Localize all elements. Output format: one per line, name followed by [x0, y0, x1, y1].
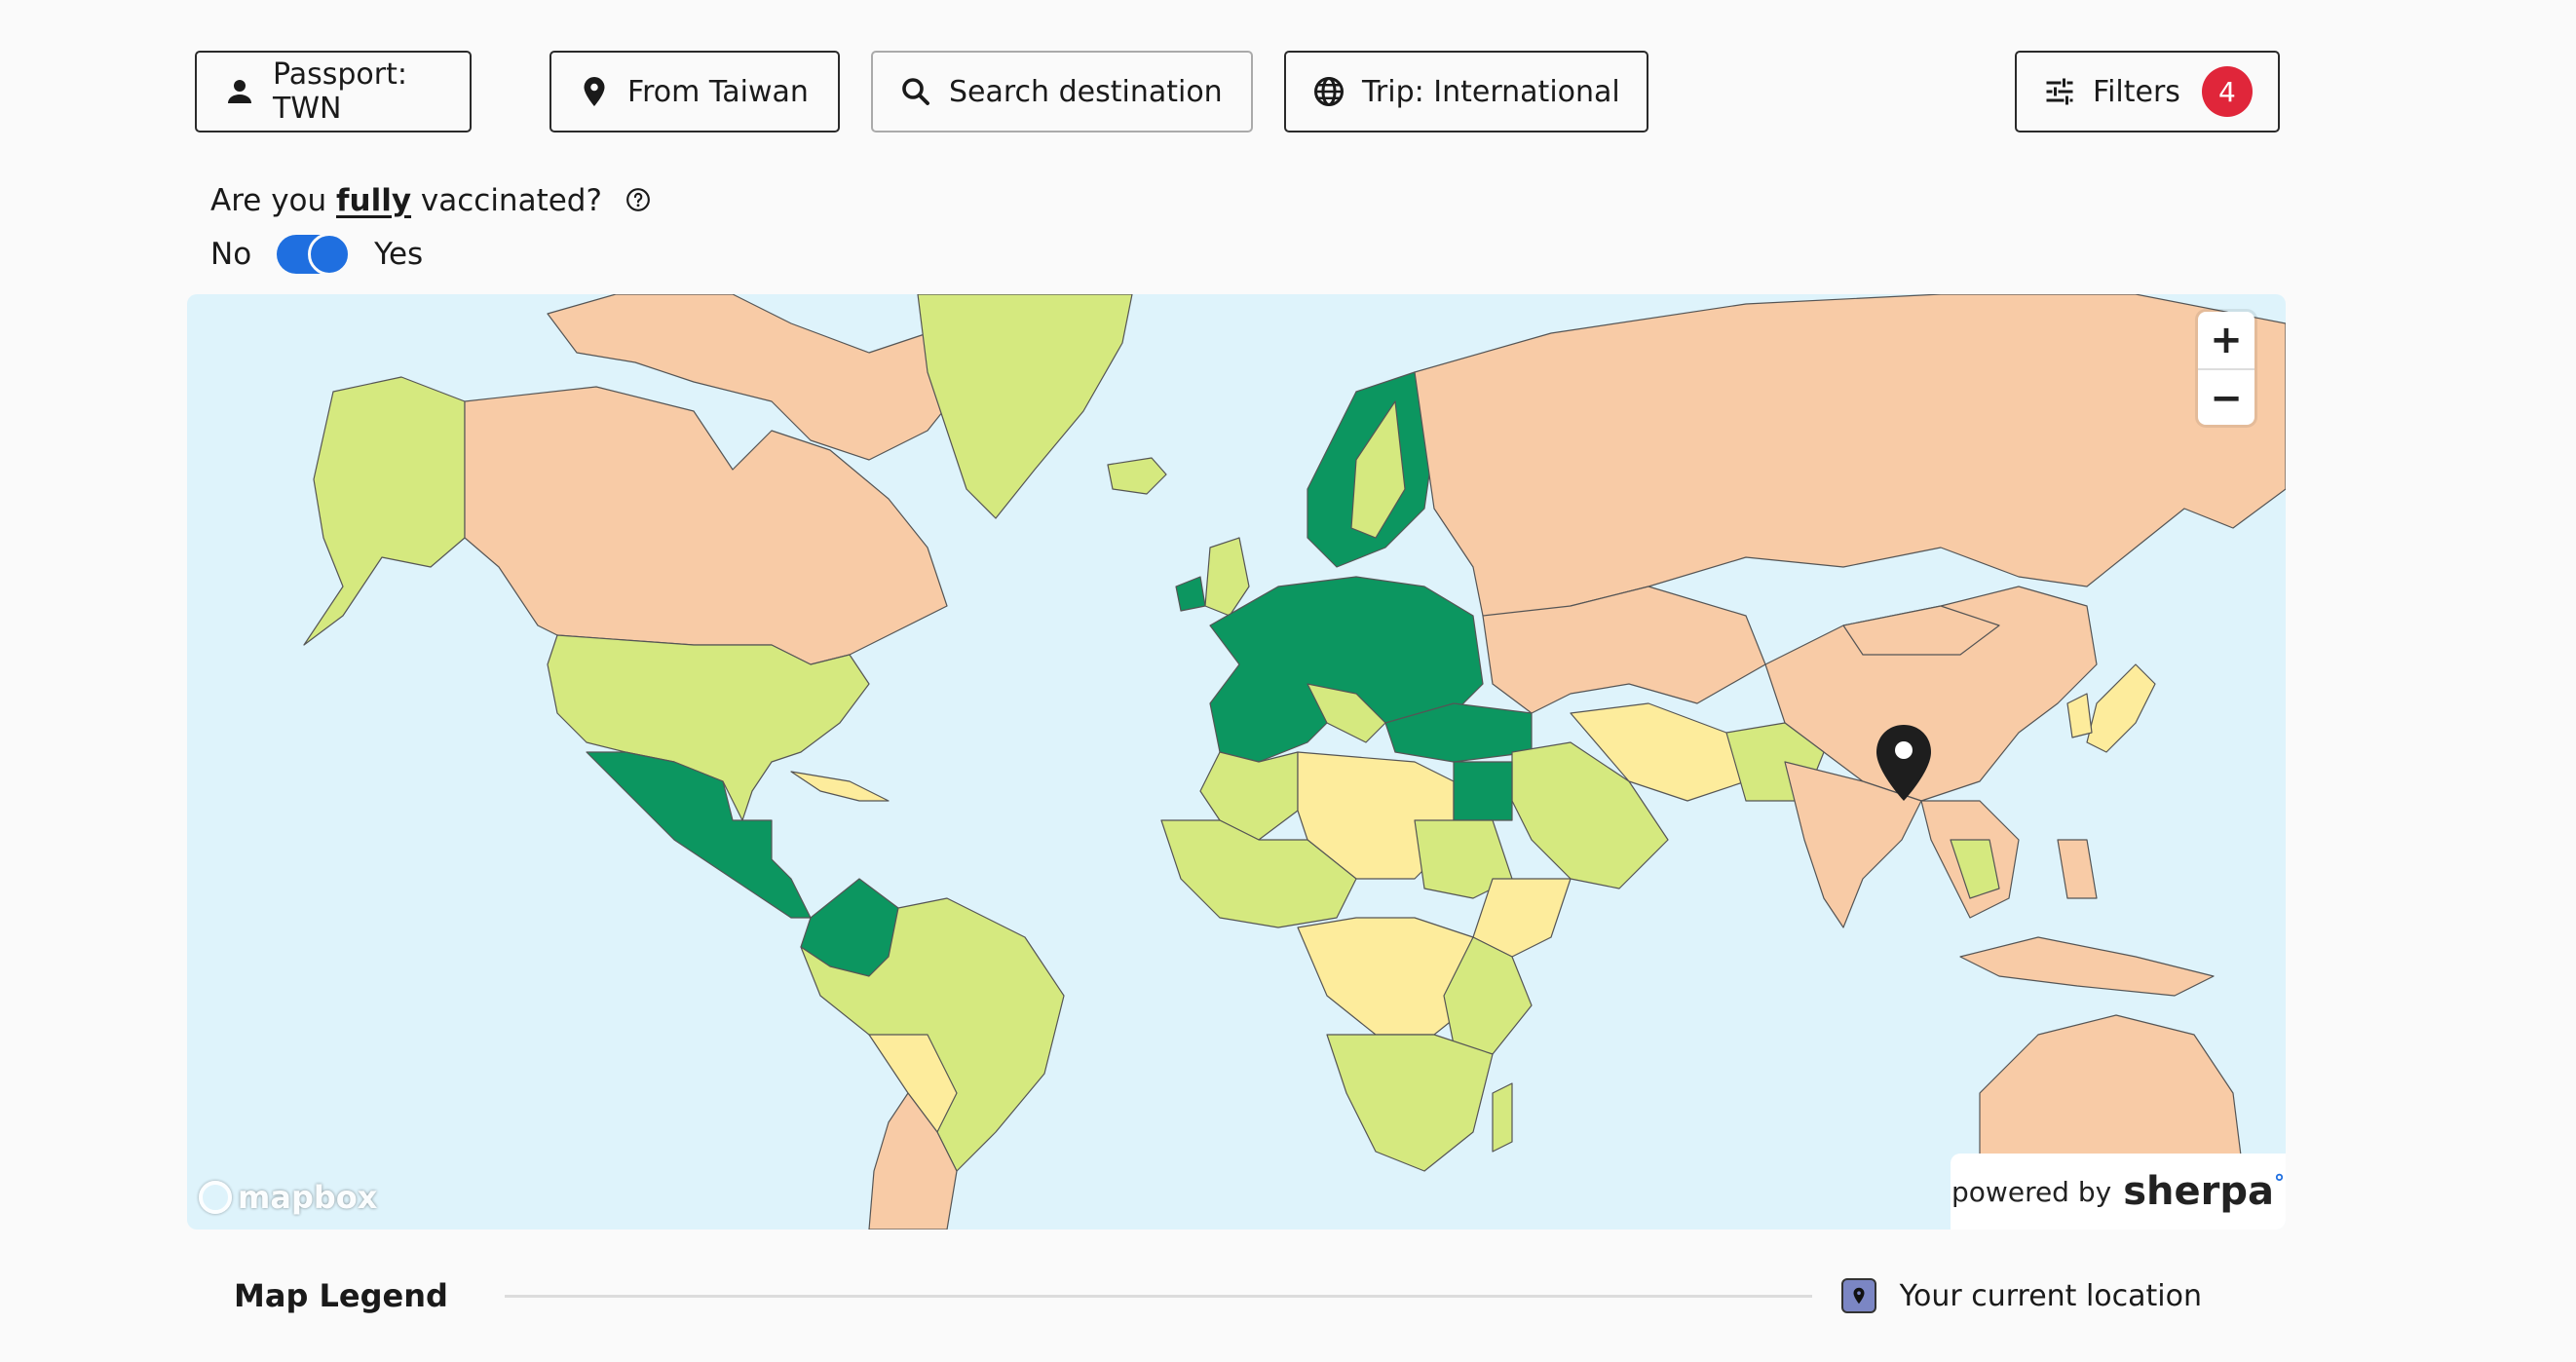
location-marker-icon — [1840, 1278, 1876, 1313]
toggle-yes-label: Yes — [374, 237, 424, 272]
world-map[interactable]: + − mapbox powered by sherpa° — [187, 294, 2286, 1230]
filters-count-badge: 4 — [2201, 66, 2253, 117]
sherpa-brand-text: sherpa — [2123, 1169, 2274, 1214]
zoom-in-button[interactable]: + — [2198, 312, 2254, 368]
filter-toolbar: Passport: TWN From Taiwan Search destina… — [195, 51, 2280, 134]
trip-type-button[interactable]: Trip: International — [1284, 51, 1648, 132]
search-destination-button[interactable]: Search destination — [871, 51, 1253, 132]
korea — [2066, 693, 2093, 738]
passport-button[interactable]: Passport: TWN — [195, 51, 472, 132]
vaccination-toggle[interactable] — [277, 233, 352, 276]
search-destination-label: Search destination — [949, 74, 1223, 109]
philippines — [2057, 839, 2098, 899]
mapbox-logo[interactable]: mapbox — [199, 1179, 377, 1216]
mapbox-ring-icon — [199, 1181, 232, 1214]
origin-label: From Taiwan — [627, 74, 809, 109]
vaccination-question: Are you fully vaccinated? — [210, 183, 651, 218]
map-legend: Map Legend Your current location — [234, 1267, 2241, 1325]
japan — [2086, 663, 2156, 753]
zoom-controls: + − — [2198, 312, 2254, 425]
alaska — [303, 376, 466, 646]
map-legend-title: Map Legend — [234, 1277, 448, 1314]
sherpa-brand: sherpa° — [2123, 1169, 2285, 1214]
ireland — [1175, 576, 1206, 612]
legend-current-location: Your current location — [1899, 1278, 2202, 1313]
passport-label: Passport: TWN — [273, 57, 407, 126]
mapbox-logo-text: mapbox — [238, 1179, 378, 1216]
vaccination-question-emphasis: fully — [336, 183, 412, 218]
search-icon — [902, 78, 929, 105]
united-kingdom — [1204, 537, 1250, 617]
caribbean — [790, 771, 890, 802]
toggle-knob — [308, 233, 352, 276]
toggle-no-label: No — [210, 237, 252, 272]
russia — [1414, 294, 2286, 646]
powered-by-text: powered by — [1951, 1175, 2112, 1208]
globe-icon — [1314, 77, 1344, 106]
iceland — [1107, 457, 1167, 495]
location-pin-icon — [584, 77, 605, 106]
origin-button[interactable]: From Taiwan — [549, 51, 840, 132]
greenland — [917, 294, 1133, 519]
filters-button[interactable]: Filters 4 — [2015, 51, 2280, 132]
indonesia — [1959, 936, 2215, 997]
filters-label: Filters — [2093, 74, 2180, 109]
vaccination-question-suffix: vaccinated? — [411, 183, 602, 218]
zoom-out-button[interactable]: − — [2198, 368, 2254, 427]
world-map-canvas — [303, 294, 2286, 1230]
trip-type-label: Trip: International — [1362, 74, 1620, 109]
person-icon — [228, 80, 251, 103]
madagascar — [1492, 1082, 1513, 1153]
egypt — [1453, 761, 1513, 821]
sherpa-brand-mark: ° — [2273, 1171, 2285, 1196]
legend-divider — [504, 1294, 1812, 1298]
southern-africa — [1326, 1034, 1494, 1172]
sliders-icon — [2046, 78, 2073, 105]
vaccination-question-prefix: Are you — [210, 183, 337, 218]
help-icon[interactable] — [625, 187, 651, 212]
powered-by-sherpa[interactable]: powered by sherpa° — [1951, 1154, 2286, 1230]
vaccination-toggle-row: No Yes — [210, 232, 423, 277]
mexico-central-america — [586, 751, 812, 919]
current-location-marker-icon[interactable] — [1875, 723, 1933, 811]
